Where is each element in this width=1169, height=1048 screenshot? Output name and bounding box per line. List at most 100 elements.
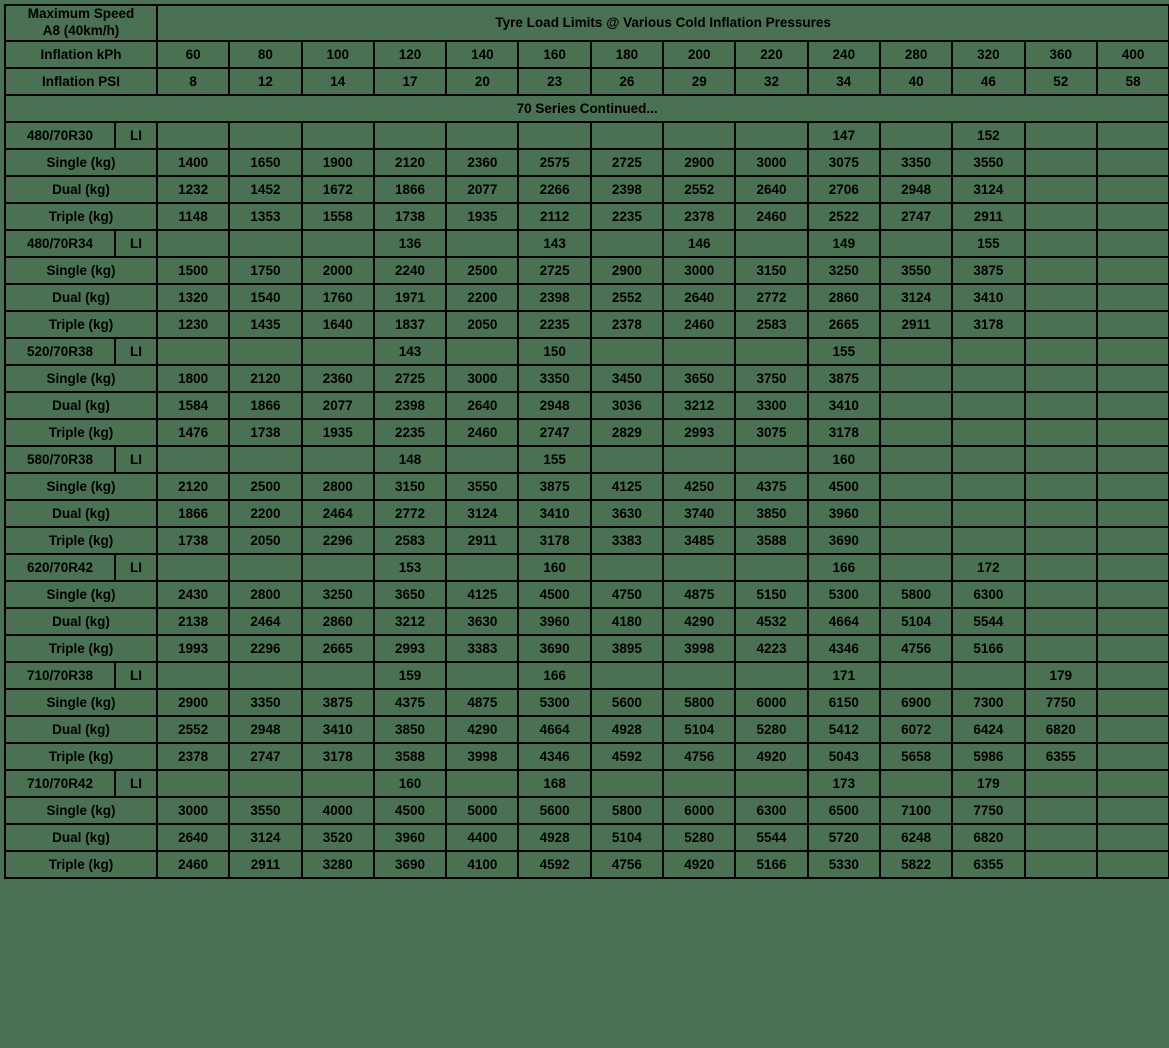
load-value-cell: 3875 <box>953 257 1024 283</box>
load-value-cell: 5280 <box>664 824 735 850</box>
load-row-dual: Dual (kg) 1232 1452 1672 1866 2077 2266 2398 255… <box>6 176 1169 202</box>
load-value-cell: 5544 <box>953 608 1024 634</box>
load-value-cell: 4756 <box>664 743 735 769</box>
load-value-cell: 5720 <box>808 824 879 850</box>
load-value-cell: 4375 <box>374 689 446 715</box>
load-value-cell-empty <box>1097 851 1169 877</box>
tyre-size-li-row: 710/70R38 LI 159 166 171 179 <box>6 662 1169 688</box>
load-index-cell: 168 <box>519 770 590 796</box>
load-value-cell: 2911 <box>953 203 1024 229</box>
load-index-cell-empty <box>1025 554 1096 580</box>
load-index-cell-empty <box>447 338 518 364</box>
series-band-row: 70 Series Continued... <box>6 95 1169 121</box>
load-value-cell: 5043 <box>808 743 879 769</box>
load-index-cell-empty <box>158 338 229 364</box>
load-row-triple: Triple (kg) 1230 1435 1640 1837 2050 2235 2378 2… <box>6 311 1169 337</box>
load-value-cell: 2725 <box>374 365 446 391</box>
load-value-cell: 3550 <box>880 257 952 283</box>
load-value-cell-empty <box>1097 689 1169 715</box>
load-value-cell: 1230 <box>158 311 229 337</box>
load-index-cell-empty <box>447 230 518 256</box>
load-value-cell: 3350 <box>519 365 590 391</box>
load-value-cell: 3000 <box>158 797 229 823</box>
load-value-cell: 3450 <box>591 365 663 391</box>
load-value-cell: 6248 <box>880 824 952 850</box>
load-index-cell-empty <box>664 446 735 472</box>
load-value-cell: 2860 <box>808 284 879 310</box>
load-row-triple: Triple (kg) 1993 2296 2665 2993 3383 3690 3895 3… <box>6 635 1169 661</box>
inflation-kph-value: 320 <box>953 41 1024 67</box>
load-value-cell: 3280 <box>302 851 373 877</box>
load-value-cell: 1672 <box>302 176 373 202</box>
load-value-cell: 3588 <box>374 743 446 769</box>
load-value-cell: 1866 <box>374 176 446 202</box>
load-index-cell-empty <box>880 122 952 148</box>
load-row-dual: Dual (kg) 2138 2464 2860 3212 3630 3960 4180 429… <box>6 608 1169 634</box>
load-value-cell: 1500 <box>158 257 229 283</box>
load-value-cell-empty <box>1025 473 1096 499</box>
load-index-cell-empty <box>664 770 735 796</box>
load-index-cell-empty <box>302 554 373 580</box>
load-value-cell: 2398 <box>374 392 446 418</box>
inflation-kph-label: Inflation kPh <box>6 41 156 67</box>
load-index-label: LI <box>116 122 156 148</box>
load-value-cell: 1800 <box>158 365 229 391</box>
load-value-cell: 4750 <box>591 581 663 607</box>
load-value-cell: 1584 <box>158 392 229 418</box>
tyre-load-limits-table: Maximum Speed A8 (40km/h) Tyre Load Limits… <box>4 4 1169 879</box>
load-value-cell-empty <box>1025 365 1096 391</box>
load-value-cell: 2240 <box>374 257 446 283</box>
load-value-cell: 3690 <box>374 851 446 877</box>
load-value-cell-empty <box>1025 149 1096 175</box>
load-value-cell-empty <box>1097 311 1169 337</box>
load-value-cell-empty <box>1097 500 1169 526</box>
load-row-label: Triple (kg) <box>6 635 156 661</box>
load-value-cell: 3000 <box>664 257 735 283</box>
load-value-cell: 4664 <box>519 716 590 742</box>
load-value-cell: 2235 <box>519 311 590 337</box>
load-value-cell: 1320 <box>158 284 229 310</box>
load-row-dual: Dual (kg) 1866 2200 2464 2772 3124 3410 3630 374… <box>6 500 1169 526</box>
header-banner-row: Maximum Speed A8 (40km/h) Tyre Load Limits… <box>6 6 1169 40</box>
load-row-label: Single (kg) <box>6 149 156 175</box>
load-row-label: Single (kg) <box>6 797 156 823</box>
tyre-load-table-container: Maximum Speed A8 (40km/h) Tyre Load Limits… <box>0 0 1169 879</box>
load-value-cell: 2911 <box>880 311 952 337</box>
inflation-psi-label: Inflation PSI <box>6 68 156 94</box>
load-value-cell: 4875 <box>447 689 518 715</box>
load-value-cell: 3650 <box>664 365 735 391</box>
load-value-cell: 2800 <box>302 473 373 499</box>
inflation-psi-value: 14 <box>302 68 373 94</box>
load-value-cell: 2911 <box>447 527 518 553</box>
load-value-cell-empty <box>1025 257 1096 283</box>
load-value-cell-empty <box>880 419 952 445</box>
load-value-cell: 2200 <box>230 500 301 526</box>
load-index-cell-empty <box>1097 446 1169 472</box>
load-value-cell: 2500 <box>447 257 518 283</box>
load-value-cell-empty <box>1025 203 1096 229</box>
inflation-psi-value: 20 <box>447 68 518 94</box>
load-value-cell: 6000 <box>664 797 735 823</box>
inflation-kph-value: 200 <box>664 41 735 67</box>
load-value-cell: 3895 <box>591 635 663 661</box>
load-value-cell: 5150 <box>736 581 807 607</box>
load-index-cell-empty <box>374 122 446 148</box>
load-value-cell: 6000 <box>736 689 807 715</box>
load-index-cell-empty <box>447 122 518 148</box>
load-value-cell: 2552 <box>591 284 663 310</box>
load-row-label: Single (kg) <box>6 365 156 391</box>
load-index-cell-empty <box>1025 230 1096 256</box>
load-index-label: LI <box>116 770 156 796</box>
load-value-cell-empty <box>1025 797 1096 823</box>
load-value-cell: 6355 <box>1025 743 1096 769</box>
load-value-cell: 3690 <box>519 635 590 661</box>
load-value-cell: 3550 <box>230 797 301 823</box>
load-index-cell-empty <box>158 770 229 796</box>
load-value-cell: 2000 <box>302 257 373 283</box>
load-index-cell-empty <box>230 554 301 580</box>
load-value-cell: 2552 <box>158 716 229 742</box>
load-value-cell: 4500 <box>374 797 446 823</box>
load-value-cell: 1452 <box>230 176 301 202</box>
load-index-cell-empty <box>1025 338 1096 364</box>
load-value-cell-empty <box>1025 392 1096 418</box>
